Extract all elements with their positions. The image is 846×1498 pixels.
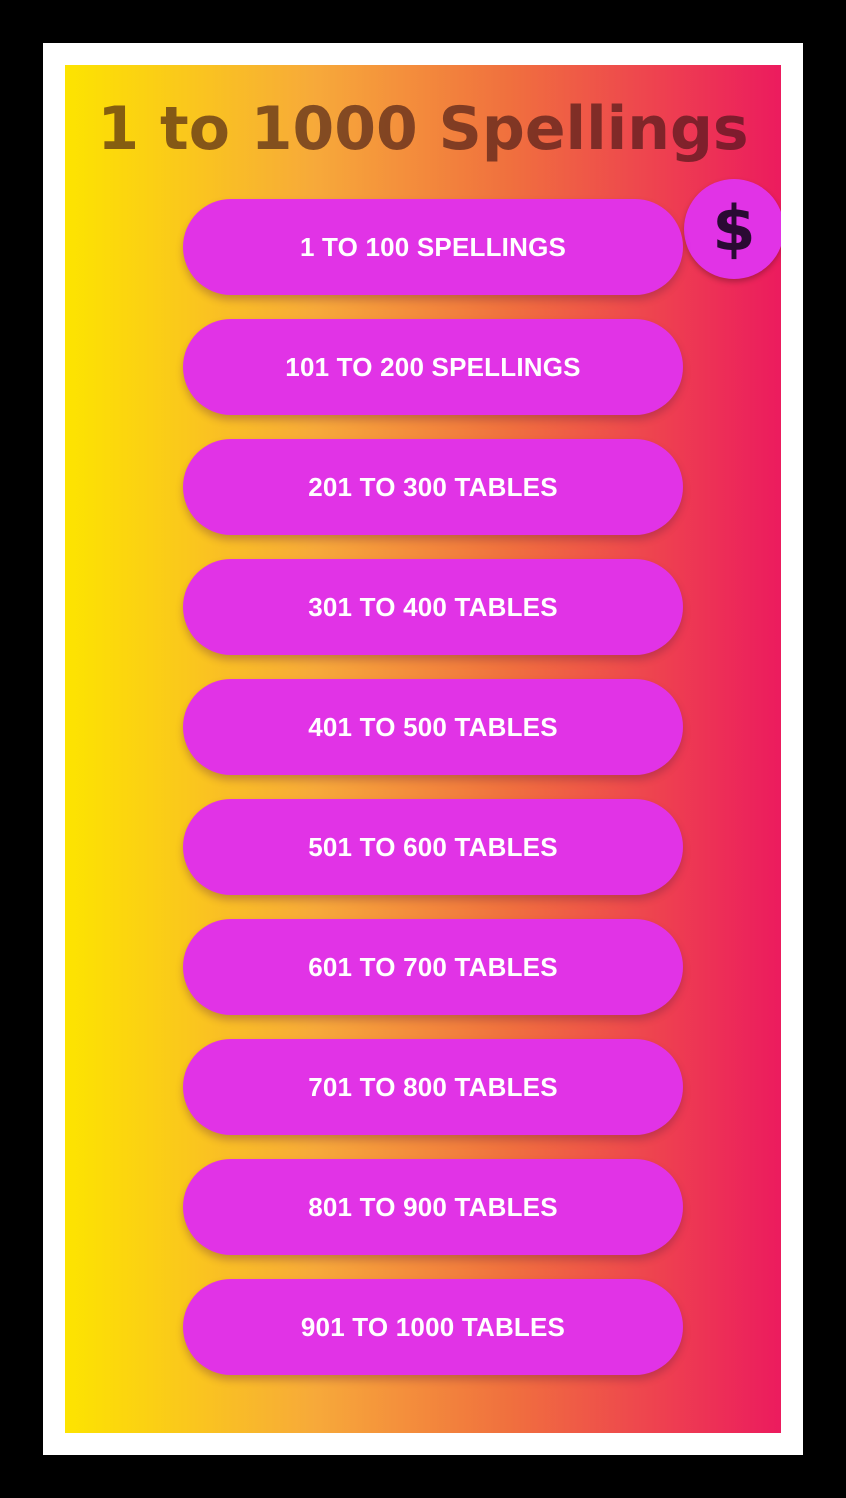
button-label: 201 TO 300 TABLES <box>308 471 558 502</box>
menu-button-1-to-100-spellings[interactable]: 1 TO 100 SPELLINGS <box>183 199 683 295</box>
page-title: 1 to 1000 Spellings <box>97 94 749 164</box>
menu-button-701-to-800-tables[interactable]: 701 TO 800 TABLES <box>183 1039 683 1135</box>
button-label: 501 TO 600 TABLES <box>308 831 558 862</box>
button-label: 1 TO 100 SPELLINGS <box>299 231 567 262</box>
menu-button-901-to-1000-tables[interactable]: 901 TO 1000 TABLES <box>183 1279 683 1375</box>
app-screen: 1 to 1000 Spellings $ 1 TO 100 SPELLINGS… <box>65 65 781 1433</box>
dollar-icon: $ <box>712 192 756 265</box>
menu-button-401-to-500-tables[interactable]: 401 TO 500 TABLES <box>183 679 683 775</box>
button-label: 401 TO 500 TABLES <box>308 711 558 742</box>
button-label: 901 TO 1000 TABLES <box>300 1311 566 1342</box>
menu-button-301-to-400-tables[interactable]: 301 TO 400 TABLES <box>183 559 683 655</box>
dollar-coin-button[interactable]: $ <box>684 179 781 279</box>
menu-button-101-to-200-spellings[interactable]: 101 TO 200 SPELLINGS <box>183 319 683 415</box>
button-label: 801 TO 900 TABLES <box>308 1191 558 1222</box>
button-label: 601 TO 700 TABLES <box>308 951 558 982</box>
menu-button-501-to-600-tables[interactable]: 501 TO 600 TABLES <box>183 799 683 895</box>
button-label: 701 TO 800 TABLES <box>308 1071 558 1102</box>
device-frame: 1 to 1000 Spellings $ 1 TO 100 SPELLINGS… <box>43 43 803 1455</box>
menu-button-801-to-900-tables[interactable]: 801 TO 900 TABLES <box>183 1159 683 1255</box>
menu-button-601-to-700-tables[interactable]: 601 TO 700 TABLES <box>183 919 683 1015</box>
button-label: 101 TO 200 SPELLINGS <box>285 351 581 382</box>
menu-button-201-to-300-tables[interactable]: 201 TO 300 TABLES <box>183 439 683 535</box>
menu-button-list: 1 TO 100 SPELLINGS 101 TO 200 SPELLINGS … <box>183 199 683 1399</box>
button-label: 301 TO 400 TABLES <box>308 591 558 622</box>
